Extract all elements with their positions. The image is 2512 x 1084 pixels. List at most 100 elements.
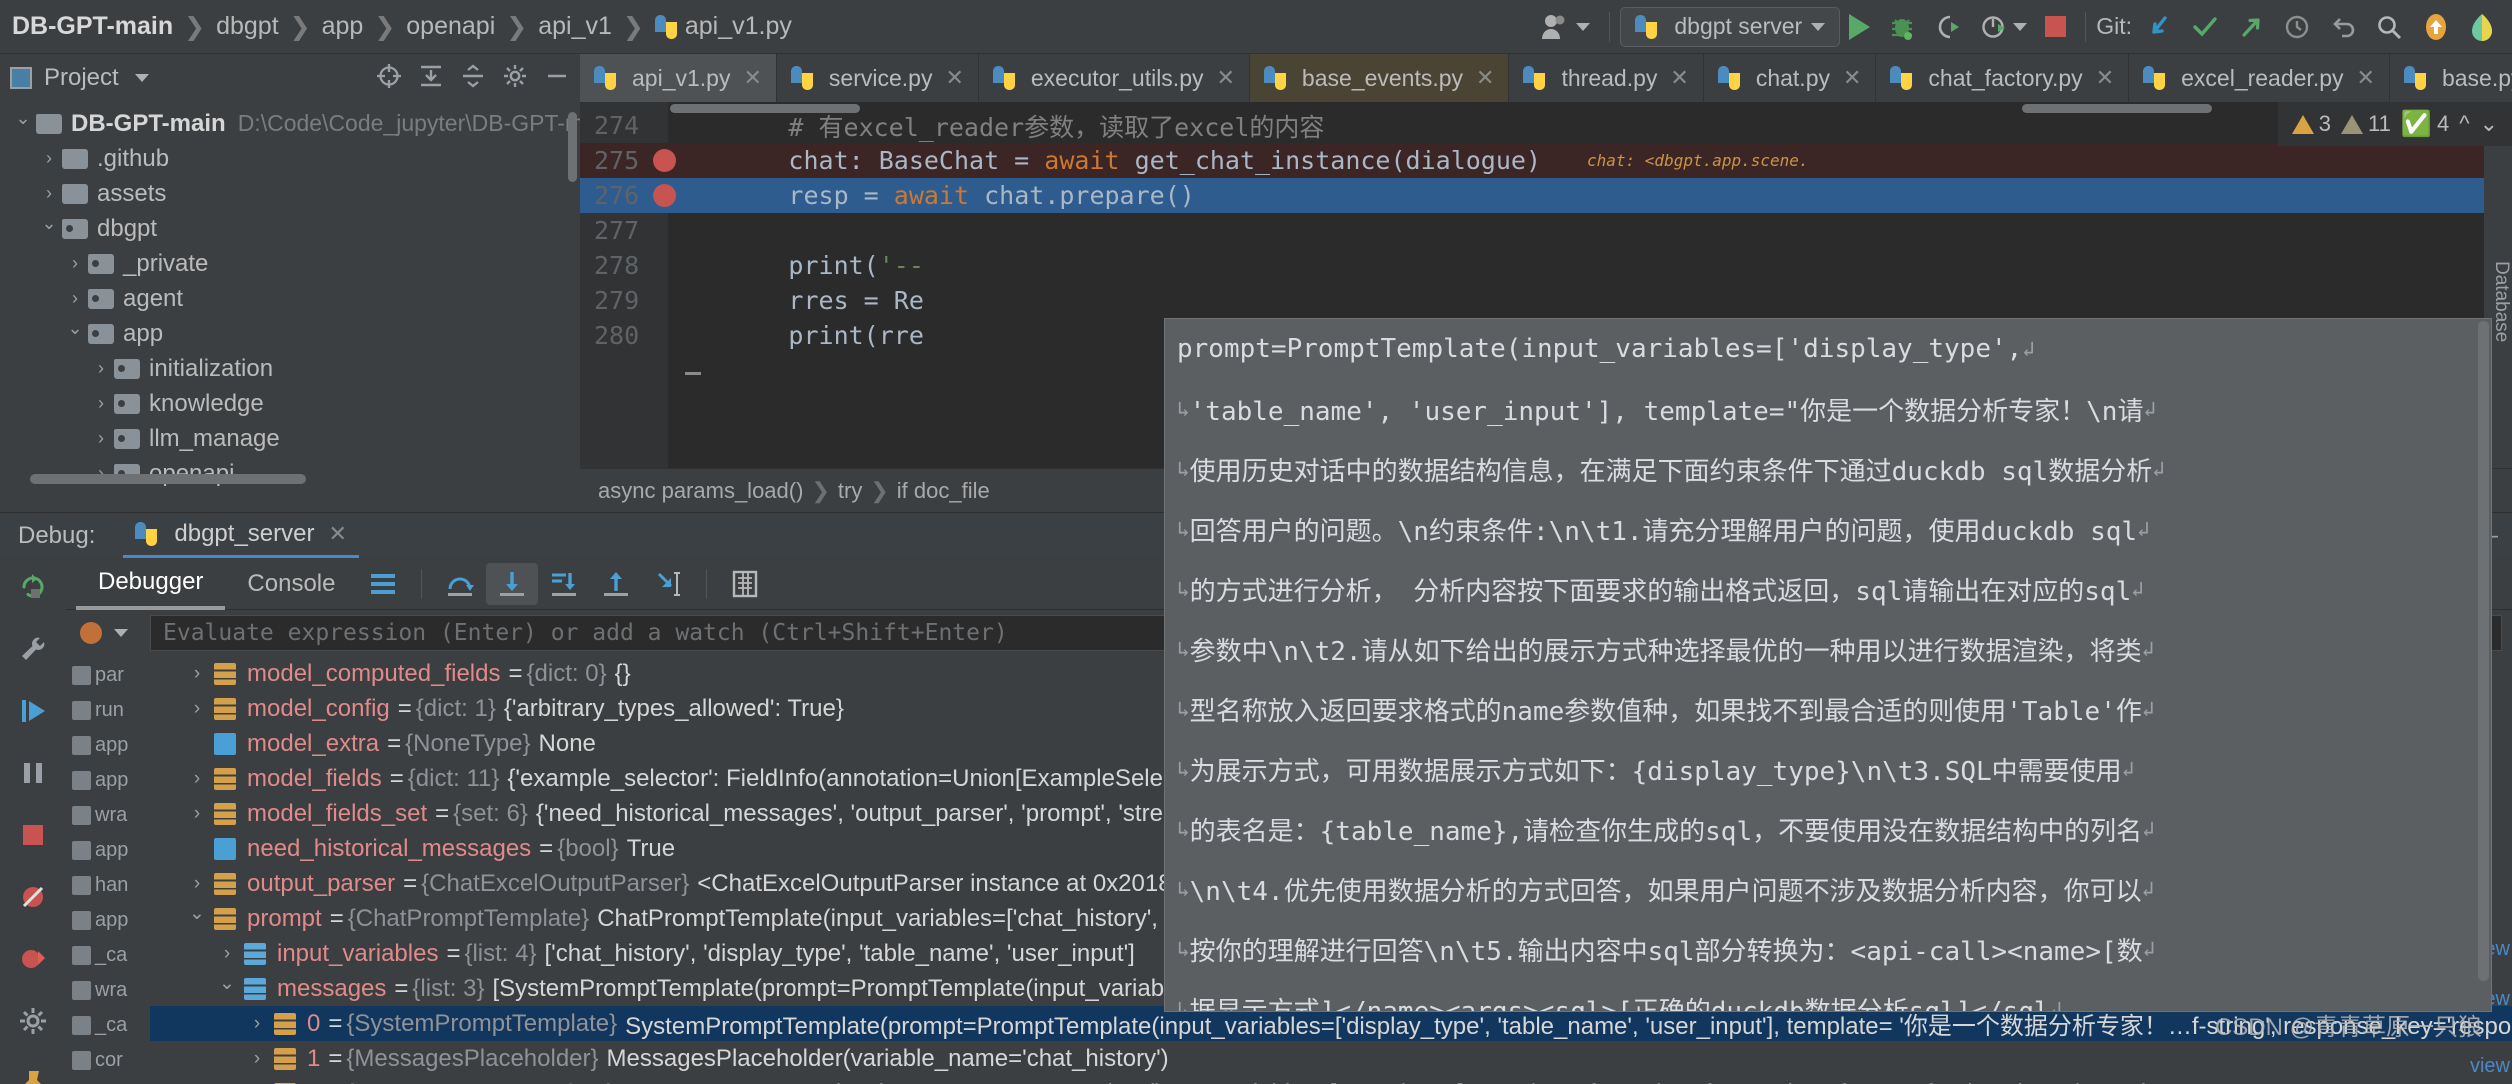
code-line[interactable]: 279 rres = Re: [580, 283, 2512, 318]
expand-all-icon[interactable]: [418, 63, 444, 94]
tree-item[interactable]: llm_manage: [0, 421, 580, 456]
tree-item[interactable]: agent: [0, 281, 580, 316]
warning-count[interactable]: 3: [2291, 111, 2331, 137]
stop-icon[interactable]: [18, 820, 48, 855]
editor-breadcrumb-item[interactable]: try: [838, 478, 862, 504]
editor-breadcrumb-item[interactable]: async params_load(): [598, 478, 803, 504]
chevron-right-icon[interactable]: [180, 803, 214, 825]
chevron-down-icon[interactable]: [62, 323, 88, 344]
tree-item[interactable]: assets: [0, 176, 580, 211]
code-line[interactable]: 275 chat: BaseChat = await get_chat_inst…: [580, 143, 2512, 178]
chevron-down-icon[interactable]: [114, 629, 128, 637]
pause-program-icon[interactable]: [18, 758, 48, 793]
git-commit-button[interactable]: [2182, 7, 2228, 47]
tree-scrollbar-v[interactable]: [568, 112, 577, 182]
code-line[interactable]: 276 resp = await chat.prepare(): [580, 178, 2512, 213]
chevron-down-icon[interactable]: [210, 977, 244, 1000]
tree-item[interactable]: dbgpt: [0, 211, 580, 246]
frame-item[interactable]: cor: [66, 1049, 150, 1072]
rerun-icon[interactable]: [18, 572, 48, 607]
mute-breakpoints-icon[interactable]: [18, 882, 48, 917]
tree-item[interactable]: .github: [0, 141, 580, 176]
profile-button[interactable]: [1971, 7, 2036, 47]
chevron-right-icon[interactable]: [180, 768, 214, 790]
editor-tab[interactable]: chat.py ✕: [1704, 54, 1877, 102]
chevron-right-icon[interactable]: [62, 288, 88, 309]
color-indicator-icon[interactable]: [2460, 7, 2504, 47]
editor-breadcrumb-item[interactable]: if doc_file: [897, 478, 990, 504]
code-line[interactable]: 278 print('--: [580, 248, 2512, 283]
stop-button[interactable]: [2036, 7, 2075, 47]
breadcrumb-item[interactable]: api_v1: [538, 12, 612, 41]
frame-item[interactable]: _ca: [66, 944, 150, 967]
git-history-button[interactable]: [2274, 7, 2320, 47]
debug-session-tab[interactable]: dbgpt_server ✕: [123, 513, 359, 559]
settings-gear-icon[interactable]: [502, 63, 528, 94]
frame-item[interactable]: _ca: [66, 1014, 150, 1037]
evaluate-expression-icon[interactable]: [719, 563, 771, 605]
frame-item[interactable]: han: [66, 874, 150, 897]
close-icon[interactable]: ✕: [945, 65, 963, 91]
code-line[interactable]: 274 # 有excel_reader参数，读取了excel的内容: [580, 108, 2512, 143]
wrench-settings-icon[interactable]: [18, 634, 48, 669]
frame-item[interactable]: wra: [66, 804, 150, 827]
chevron-right-icon[interactable]: [36, 148, 62, 169]
editor-tab[interactable]: chat_factory.py ✕: [1876, 54, 2130, 102]
tree-item[interactable]: initialization: [0, 351, 580, 386]
step-into-icon[interactable]: [486, 562, 539, 605]
breadcrumb-item[interactable]: openapi: [406, 12, 495, 41]
variable-row[interactable]: 2 = {HumanPromptTemplate} HumanPromptTemp…: [150, 1076, 2512, 1084]
next-highlight-icon[interactable]: ⌄: [2480, 111, 2498, 137]
frames-list[interactable]: par run app app wra app han app _ca wra _ca cor: [66, 656, 150, 1084]
editor-tab[interactable]: api_v1.py ✕: [580, 54, 777, 102]
chevron-down-icon[interactable]: [10, 113, 36, 134]
run-with-coverage-button[interactable]: [1925, 7, 1971, 47]
chevron-right-icon[interactable]: [180, 663, 214, 685]
run-button[interactable]: [1840, 7, 1879, 47]
chevron-right-icon[interactable]: [88, 358, 114, 379]
close-icon[interactable]: ✕: [1843, 65, 1861, 91]
close-icon[interactable]: ✕: [1476, 65, 1494, 91]
settings-gear-icon[interactable]: [18, 1006, 48, 1041]
frame-item[interactable]: app: [66, 769, 150, 792]
chevron-right-icon[interactable]: [88, 393, 114, 414]
previous-highlight-icon[interactable]: ^: [2459, 111, 2469, 137]
force-step-into-icon[interactable]: [538, 563, 590, 605]
resume-program-icon[interactable]: [18, 696, 48, 731]
run-configuration-selector[interactable]: dbgpt server: [1620, 6, 1841, 47]
code-fold-marker[interactable]: [685, 372, 701, 375]
editor-tab[interactable]: executor_utils.py ✕: [979, 54, 1250, 102]
chevron-down-icon[interactable]: [180, 907, 214, 930]
tree-item[interactable]: knowledge: [0, 386, 580, 421]
breadcrumb-item[interactable]: api_v1.py: [685, 12, 792, 41]
close-icon[interactable]: ✕: [328, 521, 346, 547]
frame-item[interactable]: app: [66, 734, 150, 757]
run-to-cursor-icon[interactable]: [642, 563, 694, 605]
frame-item[interactable]: par: [66, 664, 150, 687]
layout-icon[interactable]: [357, 563, 409, 605]
close-icon[interactable]: ✕: [2096, 65, 2114, 91]
tooltip-scrollbar[interactable]: [2478, 321, 2489, 981]
tree-item[interactable]: app: [0, 316, 580, 351]
frame-item[interactable]: run: [66, 699, 150, 722]
chevron-right-icon[interactable]: [180, 873, 214, 895]
tree-scrollbar-h[interactable]: [30, 474, 306, 484]
tree-item[interactable]: DB-GPT-main D:\Code\Code_jupyter\DB-GPT-m: [0, 106, 580, 141]
tree-item[interactable]: _private: [0, 246, 580, 281]
debug-button[interactable]: [1879, 7, 1925, 47]
editor-tab[interactable]: base_events.py ✕: [1249, 54, 1510, 102]
breadcrumb-item[interactable]: DB-GPT-main: [12, 12, 173, 41]
user-account-icon[interactable]: [1531, 7, 1599, 47]
breadcrumb-item[interactable]: app: [322, 12, 364, 41]
close-icon[interactable]: ✕: [743, 65, 761, 91]
chevron-right-icon[interactable]: [240, 1013, 274, 1035]
editor-tab[interactable]: base.py✕: [2390, 54, 2512, 102]
editor-tab[interactable]: excel_reader.py ✕: [2129, 54, 2390, 102]
collapse-all-icon[interactable]: [460, 63, 486, 94]
pin-tab-icon[interactable]: [18, 1068, 48, 1084]
close-icon[interactable]: ✕: [2357, 65, 2375, 91]
variable-row[interactable]: 1 = {MessagesPlaceholder}MessagesPlaceho…: [150, 1041, 2512, 1076]
debugger-tab[interactable]: Console: [225, 558, 357, 610]
frame-item[interactable]: wra: [66, 979, 150, 1002]
editor-tab[interactable]: service.py ✕: [777, 54, 979, 102]
